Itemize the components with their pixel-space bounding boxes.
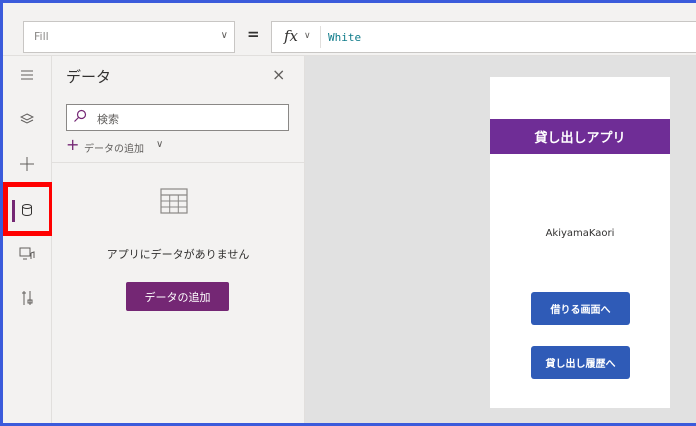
divider bbox=[52, 162, 304, 163]
close-icon[interactable]: × bbox=[272, 65, 285, 84]
plus-icon: + bbox=[66, 135, 80, 154]
data-panel: データ × 検索 + データの追加 ∨ アプリにデータがありません データの追加 bbox=[52, 56, 305, 423]
equals-sign: = bbox=[247, 25, 260, 43]
plus-icon bbox=[20, 157, 34, 171]
app-screen[interactable]: 貸し出しアプリ AkiyamaKaori 借りる画面へ 貸し出し履歴へ bbox=[490, 77, 670, 408]
left-rail bbox=[3, 56, 52, 423]
app-window: Fill ∨ = fx ∨ White データ × 検索 + データの追加 ∨ … bbox=[0, 0, 696, 426]
rail-item-advanced-tools[interactable] bbox=[3, 284, 51, 314]
rail-item-menu[interactable] bbox=[3, 62, 51, 92]
rail-item-insert[interactable] bbox=[3, 150, 51, 180]
history-screen-button[interactable]: 貸し出し履歴へ bbox=[531, 346, 630, 379]
highlight-annotation bbox=[3, 182, 54, 236]
app-header-label[interactable]: 貸し出しアプリ bbox=[490, 119, 670, 154]
media-icon bbox=[19, 247, 35, 260]
search-icon bbox=[74, 109, 87, 122]
search-input[interactable]: 検索 bbox=[66, 104, 289, 131]
empty-state-text: アプリにデータがありません bbox=[106, 248, 250, 261]
add-data-button[interactable]: データの追加 bbox=[126, 282, 229, 311]
property-dropdown[interactable]: Fill ∨ bbox=[23, 21, 235, 53]
design-canvas[interactable]: 貸し出しアプリ AkiyamaKaori 借りる画面へ 貸し出し履歴へ bbox=[305, 56, 696, 423]
tools-icon bbox=[22, 291, 33, 305]
add-data-label: データの追加 bbox=[84, 144, 144, 155]
formula-input[interactable]: fx ∨ White bbox=[271, 21, 696, 53]
search-placeholder: 検索 bbox=[97, 113, 119, 126]
rail-item-media[interactable] bbox=[3, 240, 51, 270]
chevron-down-icon: ∨ bbox=[220, 30, 228, 41]
formula-bar: Fill ∨ = fx ∨ White bbox=[3, 3, 696, 56]
rail-item-tree-view[interactable] bbox=[3, 106, 51, 136]
fx-icon[interactable]: fx bbox=[284, 27, 298, 45]
table-icon bbox=[160, 188, 188, 214]
chevron-down-icon[interactable]: ∨ bbox=[304, 31, 311, 41]
property-value: Fill bbox=[34, 30, 49, 43]
hamburger-icon bbox=[21, 70, 33, 80]
user-name-label[interactable]: AkiyamaKaori bbox=[490, 228, 670, 239]
formula-value[interactable]: White bbox=[328, 31, 361, 44]
formula-divider bbox=[320, 26, 321, 48]
borrow-screen-button[interactable]: 借りる画面へ bbox=[531, 292, 630, 325]
chevron-down-icon: ∨ bbox=[156, 139, 164, 150]
panel-title: データ bbox=[66, 68, 112, 86]
layers-icon bbox=[19, 113, 35, 124]
